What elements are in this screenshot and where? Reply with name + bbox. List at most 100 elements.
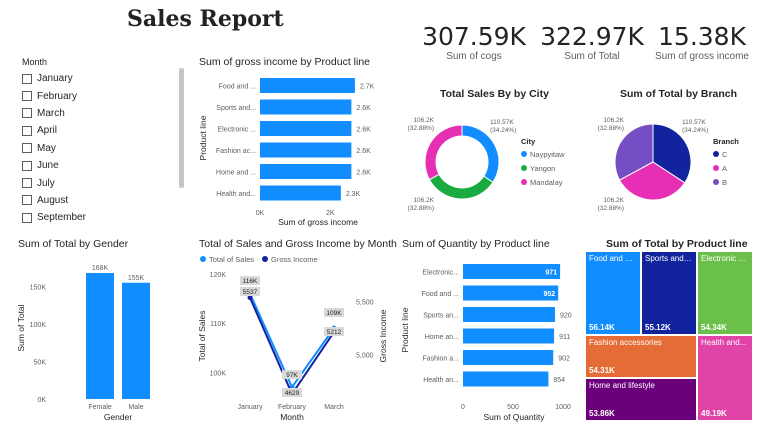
checkbox[interactable] [22, 195, 32, 206]
slicer-item-label: March [37, 107, 65, 119]
y-tick-label: 110K [210, 321, 226, 328]
quantity-by-product-chart: Electronic... 971 Food and ... 952 Sports an… [400, 264, 572, 422]
slicer-item-label: June [37, 160, 59, 172]
treemap-cell[interactable]: Sports and t... 55.12K [641, 251, 697, 335]
kpi-cogs-card: 307.59K Sum of cogs [418, 22, 530, 62]
data-label: 911 [559, 334, 570, 341]
y2-tick-label: 5,000 [356, 353, 374, 360]
data-label: 106.2K [413, 197, 434, 204]
slicer-scrollbar[interactable] [179, 68, 184, 188]
treemap-cell[interactable]: Food and be... 56.14K [585, 251, 641, 335]
data-label: 902 [558, 356, 570, 363]
legend-label: Naypyitaw [530, 150, 565, 159]
bar [260, 185, 341, 201]
y2-tick-label: 5,500 [356, 300, 374, 307]
checkbox[interactable] [22, 108, 32, 119]
slicer-item-april[interactable]: April [22, 122, 182, 139]
data-label-percent: (32.88%) [408, 125, 434, 132]
total-by-product-treemap: Food and be... 56.14K Sports and t... 55.12… [585, 251, 753, 421]
slice-yangon [428, 173, 494, 200]
data-label: 2.6K [356, 148, 371, 155]
quantity-chart-title: Sum of Quantity by Product line [402, 238, 550, 250]
slicer-item-february[interactable]: February [22, 87, 182, 104]
bar [463, 350, 554, 365]
legend-label: Total of Sales [209, 255, 254, 264]
y-tick-label: 0K [37, 397, 46, 404]
data-label: 2.6K [356, 127, 371, 134]
slicer-item-label: September [37, 212, 86, 224]
legend-label: Gross Income [271, 255, 318, 264]
slicer-item-may[interactable]: May [22, 140, 182, 157]
treemap-cell-label: Health and... [701, 338, 747, 347]
category-label: Electronic... [422, 270, 459, 277]
data-label-percent: (32.88%) [598, 125, 624, 132]
slicer-item-march[interactable]: March [22, 105, 182, 122]
treemap-cell-value: 56.14K [589, 323, 615, 332]
bar [260, 78, 355, 93]
category-label: March [324, 404, 344, 411]
kpi-cogs-label: Sum of cogs [446, 51, 502, 62]
treemap-cell[interactable]: Fashion accessories 54.31K [585, 335, 697, 378]
bar [260, 142, 352, 158]
y-axis-title: Total of Sales [197, 310, 207, 361]
x-tick-label: 0K [256, 210, 265, 217]
data-label: 854 [553, 377, 565, 384]
slicer-item-june[interactable]: June [22, 157, 182, 174]
gender-chart-title: Sum of Total by Gender [18, 238, 129, 250]
checkbox[interactable] [22, 212, 32, 223]
kpi-gross-income-value: 15.38K [658, 22, 746, 51]
y-axis-title: Product line [400, 307, 410, 352]
total-by-branch-pie: 110.57K(34.24%)106.2K(32.88%)106.2K(32.8… [598, 117, 740, 212]
data-label: 2.3K [346, 191, 361, 198]
category-label: Sports and... [216, 105, 256, 112]
month-slicer: Month January February March April May June Ju… [22, 57, 182, 227]
treemap-cell[interactable]: Electronic a... 54.34K [697, 251, 753, 335]
data-label: 109K [326, 310, 342, 317]
data-label: 106.2K [603, 197, 624, 204]
total-by-gender-chart: 0K 50K 100K 150K 168K Female 155K MaleGender Sum… [16, 265, 150, 422]
category-label: Health and... [216, 191, 256, 198]
slicer-item-august[interactable]: August [22, 192, 182, 209]
slicer-item-january[interactable]: January [22, 70, 182, 87]
treemap-cell[interactable]: Health and... 49.19K [697, 335, 753, 421]
slice-mandalay [424, 124, 463, 181]
slicer-item-label: April [37, 125, 58, 137]
checkbox[interactable] [22, 178, 32, 189]
checkbox[interactable] [22, 160, 32, 171]
data-label: 155K [128, 275, 145, 282]
legend-label: A [722, 164, 727, 173]
slicer-item-september[interactable]: September [22, 209, 182, 226]
kpi-gross-income-card: 15.38K Sum of gross income [646, 22, 758, 62]
bar [260, 121, 352, 136]
kpi-gross-income-label: Sum of gross income [655, 51, 749, 62]
legend-marker [713, 151, 719, 157]
y-tick-label: 150K [30, 285, 47, 292]
data-label: 116K [243, 278, 258, 285]
treemap-cell[interactable]: Home and lifestyle 53.86K [585, 378, 697, 421]
slicer-item-july[interactable]: July [22, 174, 182, 191]
kpi-total-value: 322.97K [540, 22, 644, 51]
bar [86, 273, 114, 399]
checkbox[interactable] [22, 91, 32, 102]
checkbox[interactable] [22, 143, 32, 154]
data-label: 971 [545, 270, 557, 277]
legend-marker [713, 179, 719, 185]
data-label: 952 [544, 291, 556, 298]
x-tick-label: 1000 [555, 404, 571, 411]
data-label: 2.7K [360, 84, 375, 91]
treemap-cell-label: Electronic a... [701, 254, 749, 263]
data-label: 2.6K [356, 170, 371, 177]
x-axis-title: Month [280, 412, 304, 422]
category-label: Food and ... [422, 291, 459, 298]
legend-marker [521, 179, 527, 185]
legend-marker [262, 256, 268, 262]
checkbox[interactable] [22, 125, 32, 136]
legend-title: City [521, 137, 536, 146]
checkbox[interactable] [22, 73, 32, 84]
y2-axis-title: Gross Income [378, 309, 388, 362]
data-label: 106.2K [603, 117, 624, 124]
kpi-total-label: Sum of Total [564, 51, 620, 62]
slicer-item-label: May [37, 142, 56, 154]
kpi-cogs-value: 307.59K [422, 22, 526, 51]
y-tick-label: 50K [34, 360, 47, 367]
